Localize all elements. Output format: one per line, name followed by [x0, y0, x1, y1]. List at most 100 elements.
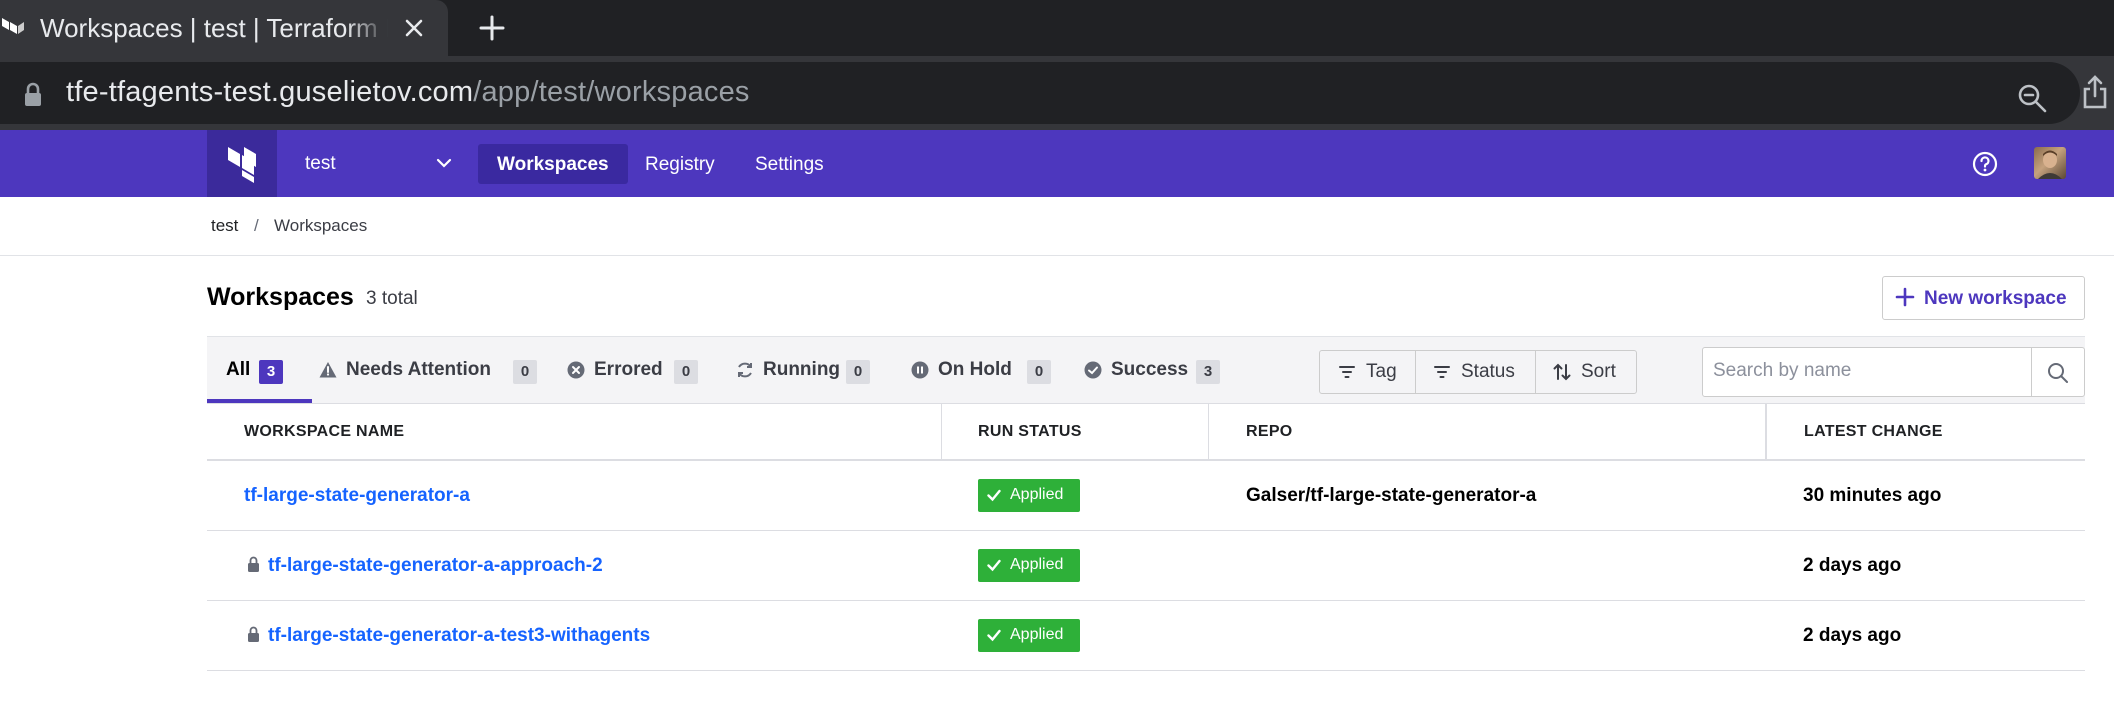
breadcrumb-current: Workspaces: [274, 216, 368, 235]
tab-errored[interactable]: Errored 0: [567, 337, 707, 403]
tab-label: On Hold: [938, 359, 1012, 380]
table-row[interactable]: tf-large-state-generator-a-test3-withage…: [207, 601, 2085, 671]
url-path: /app/test/workspaces: [473, 76, 750, 108]
status-badge: Applied: [978, 549, 1080, 582]
help-icon[interactable]: [1972, 151, 1998, 177]
terraform-logo-icon: [228, 147, 256, 183]
nav-registry[interactable]: Registry: [626, 144, 734, 184]
chevron-down-icon: [436, 158, 452, 168]
browser-tab[interactable]: Workspaces | test | Terraform Enterprise: [0, 0, 448, 56]
column-header-run-status[interactable]: RUN STATUS: [978, 404, 1082, 459]
check-icon: [987, 489, 1001, 502]
app-top-nav: test Workspaces Registry Settings: [0, 130, 2114, 197]
table-row[interactable]: tf-large-state-generator-a-approach-2 Ap…: [207, 531, 2085, 601]
status-badge-label: Applied: [1010, 556, 1064, 573]
lock-icon: [248, 556, 259, 572]
terraform-logo[interactable]: [207, 130, 277, 197]
check-icon: [987, 629, 1001, 642]
column-header-repo[interactable]: REPO: [1246, 404, 1293, 459]
breadcrumb-separator: /: [254, 216, 259, 235]
org-switcher[interactable]: test: [305, 130, 465, 197]
close-icon[interactable]: [400, 14, 428, 42]
table-row[interactable]: tf-large-state-generator-a Applied Galse…: [207, 461, 2085, 531]
url-text[interactable]: tfe-tfagents-test.guselietov.com/app/tes…: [66, 76, 750, 109]
status-filter-button[interactable]: Status: [1415, 351, 1535, 393]
tab-label: Errored: [594, 359, 663, 380]
workspaces-table: WORKSPACE NAME RUN STATUS REPO LATEST CH…: [207, 404, 2085, 671]
filter-icon: [1434, 366, 1450, 378]
new-workspace-label: New workspace: [1924, 288, 2067, 309]
tab-count-badge: 0: [674, 360, 698, 384]
check-circle-icon: [1084, 361, 1102, 379]
tab-label: Success: [1111, 359, 1189, 380]
status-badge-label: Applied: [1010, 486, 1064, 503]
sort-button[interactable]: Sort: [1535, 351, 1636, 393]
address-bar: tfe-tfagents-test.guselietov.com/app/tes…: [0, 56, 2114, 130]
tab-label: Needs Attention: [346, 359, 491, 380]
search-icon: [2048, 363, 2068, 383]
latest-change-cell: 2 days ago: [1803, 625, 1902, 646]
tab-on-hold[interactable]: On Hold 0: [911, 337, 1061, 403]
new-workspace-button[interactable]: New workspace: [1882, 276, 2085, 320]
pause-circle-icon: [911, 361, 929, 379]
status-badge: Applied: [978, 619, 1080, 652]
omnibox[interactable]: tfe-tfagents-test.guselietov.com/app/tes…: [0, 62, 2080, 124]
tab-label: All: [226, 359, 251, 380]
search-input[interactable]: [1713, 360, 2023, 382]
tab-success[interactable]: Success 3: [1084, 337, 1234, 403]
tab-count-badge: 0: [1027, 360, 1051, 384]
column-divider: [1208, 404, 1209, 459]
sort-icon: [1553, 363, 1571, 381]
status-filter-label: Status: [1461, 361, 1515, 382]
breadcrumb-org-link[interactable]: test: [211, 216, 238, 236]
lock-icon: [248, 626, 259, 642]
user-photo-icon: [2038, 150, 2062, 179]
browser-tab-strip: Workspaces | test | Terraform Enterprise: [0, 0, 2114, 56]
warning-icon: [319, 362, 337, 378]
tab-needs-attention[interactable]: Needs Attention 0: [319, 337, 549, 403]
tab-all[interactable]: All 3: [207, 337, 312, 403]
user-avatar[interactable]: [2034, 147, 2066, 179]
filter-bar: All 3 Needs Attention 0 Errored 0 Runnin…: [207, 336, 2085, 404]
status-badge: Applied: [978, 479, 1080, 512]
browser-tab-title: Workspaces | test | Terraform Enterprise: [40, 13, 388, 43]
lock-icon[interactable]: [22, 82, 44, 108]
nav-settings[interactable]: Settings: [736, 144, 843, 184]
running-icon: [738, 362, 752, 378]
tab-running[interactable]: Running 0: [736, 337, 886, 403]
workspace-name-cell: tf-large-state-generator-a: [207, 461, 941, 531]
tab-count-badge: 0: [846, 360, 870, 384]
share-icon[interactable]: [2080, 74, 2110, 110]
tab-count-badge: 3: [259, 360, 283, 384]
check-icon: [987, 559, 1001, 572]
new-tab-plus-icon[interactable]: [476, 12, 508, 44]
tab-count-badge: 3: [1196, 360, 1220, 384]
breadcrumb: test / Workspaces: [0, 197, 2114, 256]
search-box: [1702, 347, 2032, 397]
workspace-count: 3 total: [366, 288, 418, 309]
plus-icon: [1895, 287, 1915, 307]
column-divider: [1765, 404, 1767, 459]
page-title: Workspaces: [207, 283, 354, 311]
zoom-icon[interactable]: [2016, 82, 2048, 114]
error-circle-icon: [567, 361, 585, 379]
tag-filter-button[interactable]: Tag: [1320, 351, 1415, 393]
table-header: WORKSPACE NAME RUN STATUS REPO LATEST CH…: [207, 404, 2085, 461]
tag-filter-label: Tag: [1366, 361, 1397, 382]
workspace-link[interactable]: tf-large-state-generator-a-test3-withage…: [268, 625, 650, 647]
workspace-name-cell: tf-large-state-generator-a-approach-2: [207, 531, 941, 601]
column-header-workspace-name[interactable]: WORKSPACE NAME: [244, 404, 404, 459]
org-name: test: [305, 153, 336, 174]
workspace-link[interactable]: tf-large-state-generator-a-approach-2: [268, 555, 603, 577]
terraform-favicon-icon: [2, 18, 24, 34]
tab-label: Running: [763, 359, 841, 380]
workspace-link[interactable]: tf-large-state-generator-a: [244, 485, 470, 507]
tab-count-badge: 0: [513, 360, 537, 384]
nav-workspaces[interactable]: Workspaces: [478, 144, 628, 184]
status-badge-label: Applied: [1010, 626, 1064, 643]
search-button[interactable]: [2031, 347, 2085, 397]
filter-button-group: Tag Status Sort: [1319, 350, 1637, 394]
sort-label: Sort: [1581, 361, 1616, 382]
column-header-latest-change[interactable]: LATEST CHANGE: [1804, 404, 1943, 459]
column-divider: [941, 404, 942, 459]
